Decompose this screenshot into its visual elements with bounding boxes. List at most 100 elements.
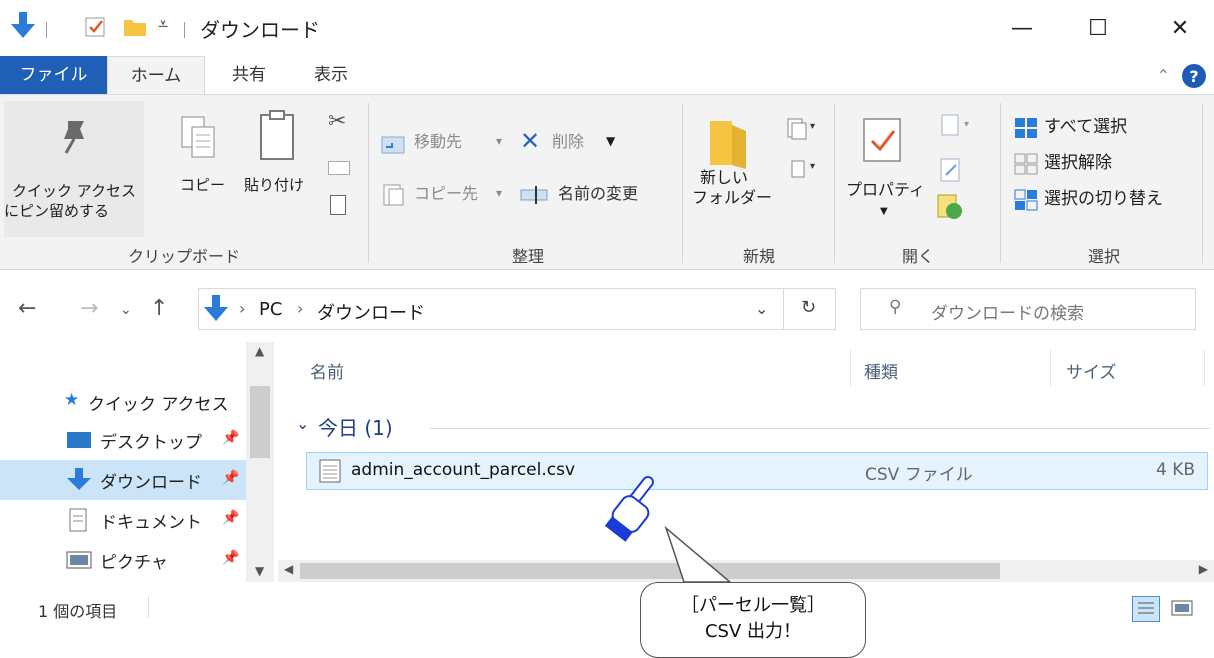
properties-icon <box>863 118 901 162</box>
group-label-open: 開く <box>901 247 934 266</box>
invert-selection-icon <box>1014 189 1038 211</box>
callout-line-2: CSV 出力！ <box>704 621 802 642</box>
new-folder-button[interactable]: 新しい フォルダー <box>692 109 772 227</box>
pin-to-quick-access-button[interactable]: クイック アクセス にピン留めする <box>4 101 144 237</box>
svg-text:▾: ▾ <box>810 121 815 132</box>
details-view-icon[interactable] <box>1132 596 1160 622</box>
cut-icon[interactable]: ✂ <box>328 109 346 134</box>
scroll-left-icon[interactable]: ◀ <box>284 562 293 576</box>
star-icon: ★ <box>64 390 80 410</box>
easy-access-icon[interactable]: ▾ <box>786 157 820 181</box>
group-label-organize: 整理 <box>511 247 544 266</box>
item-count: 1 個の項目 <box>38 602 118 621</box>
refresh-icon[interactable]: ↻ <box>801 297 816 318</box>
csv-file-icon <box>319 459 341 483</box>
search-box[interactable]: ⚲ ダウンロードの検索 <box>860 288 1196 330</box>
download-arrow-icon <box>11 12 35 38</box>
svg-text:▾: ▾ <box>810 161 815 172</box>
customize-quick-access-icon[interactable]: ⩡ <box>158 14 168 35</box>
pointing-hand-icon <box>604 475 733 583</box>
nav-scrollbar[interactable]: ▲ ▼ <box>246 342 274 582</box>
history-icon[interactable] <box>936 193 964 221</box>
nav-quick-access[interactable]: ★ クイック アクセス <box>0 382 246 422</box>
download-arrow-icon <box>67 468 91 490</box>
svg-text:▾: ▾ <box>964 119 969 130</box>
new-folder-icon <box>710 121 746 169</box>
collapse-ribbon-icon[interactable]: ⌃ <box>1157 66 1170 85</box>
pictures-icon <box>66 551 92 569</box>
column-header-size[interactable]: サイズ <box>1066 358 1117 383</box>
nav-item-desktop[interactable]: デスクトップ 📌 <box>0 420 246 460</box>
scroll-down-icon[interactable]: ▼ <box>255 564 264 578</box>
group-label-new: 新規 <box>742 247 775 266</box>
tab-share[interactable]: 共有 <box>218 56 280 94</box>
back-arrow-icon[interactable]: ← <box>18 296 36 321</box>
pin-icon: 📌 <box>222 430 240 446</box>
tab-home[interactable]: ホーム <box>107 56 205 94</box>
paste-clipboard-icon <box>260 110 294 160</box>
properties-button[interactable]: プロパティ ▼ <box>842 109 928 227</box>
nav-item-documents[interactable]: ドキュメント 📌 <box>0 500 246 540</box>
title-bar: ⩡ ダウンロード — ☐ ✕ <box>0 0 1214 56</box>
tab-file[interactable]: ファイル <box>0 56 107 94</box>
column-header-name[interactable]: 名前 <box>310 358 344 383</box>
search-icon: ⚲ <box>889 297 902 317</box>
large-icons-view-icon[interactable] <box>1170 598 1196 620</box>
document-icon <box>69 508 87 532</box>
address-dropdown-icon[interactable]: ⌄ <box>755 299 768 318</box>
file-type: CSV ファイル <box>865 465 973 485</box>
ribbon: クイック アクセス にピン留めする コピー 貼り付け ✂ クリップボード 移動先… <box>0 94 1214 270</box>
file-name: admin_account_parcel.csv <box>351 460 576 480</box>
copy-icon <box>181 116 215 158</box>
forward-arrow-icon[interactable]: → <box>80 296 98 321</box>
properties-checkbox-icon[interactable] <box>84 14 108 38</box>
ribbon-tabs: ファイル ホーム 共有 表示 ⌃ ? <box>0 56 1214 94</box>
search-placeholder: ダウンロードの検索 <box>931 304 1084 324</box>
pin-icon <box>64 121 84 154</box>
scroll-up-icon[interactable]: ▲ <box>255 344 264 358</box>
new-folder-quick-icon[interactable] <box>122 14 148 38</box>
help-icon[interactable]: ? <box>1182 64 1206 88</box>
edit-icon[interactable] <box>938 157 964 183</box>
address-bar[interactable]: › PC › ダウンロード ⌄ ↻ <box>198 288 836 330</box>
rename-icon <box>520 186 548 204</box>
window-title: ダウンロード <box>200 18 320 42</box>
nav-scroll-thumb[interactable] <box>250 386 270 458</box>
recent-locations-icon[interactable]: ⌄ <box>120 302 132 318</box>
new-item-icon[interactable]: ▾ <box>786 117 820 141</box>
callout-annotation: ［パーセル一覧］ CSV 出力！ <box>640 582 866 658</box>
nav-item-pictures[interactable]: ピクチャ 📌 <box>0 540 246 580</box>
open-icon[interactable]: ▾ <box>938 113 982 137</box>
paste-button[interactable]: 貼り付け <box>244 109 318 219</box>
download-arrow-icon <box>204 295 228 321</box>
pin-icon: 📌 <box>222 510 240 526</box>
paste-shortcut-icon[interactable] <box>330 195 346 215</box>
pin-icon: 📌 <box>222 550 240 566</box>
chevron-down-icon[interactable]: ⌄ <box>296 414 309 433</box>
up-arrow-icon[interactable]: ↑ <box>150 296 168 321</box>
move-to-icon <box>381 136 405 154</box>
close-button[interactable]: ✕ <box>1150 6 1210 50</box>
copy-to-icon <box>383 184 404 206</box>
callout-line-1: ［パーセル一覧］ <box>681 595 825 616</box>
select-all-icon <box>1015 118 1037 138</box>
select-none-icon <box>1014 153 1038 175</box>
tab-view[interactable]: 表示 <box>300 56 362 94</box>
breadcrumb-downloads[interactable]: ダウンロード <box>317 299 425 325</box>
group-label-select: 選択 <box>1087 247 1120 266</box>
desktop-icon <box>67 432 91 448</box>
address-row: ← → ⌄ ↑ › PC › ダウンロード ⌄ ↻ ⚲ ダウンロードの検索 <box>0 270 1214 342</box>
group-header-today[interactable]: 今日 (1) <box>318 412 393 441</box>
minimize-button[interactable]: — <box>992 6 1052 50</box>
delete-x-icon: ✕ <box>520 127 541 155</box>
maximize-button[interactable]: ☐ <box>1068 6 1128 50</box>
navigation-pane: ★ クイック アクセス デスクトップ 📌 ダウンロード 📌 ドキュメント 📌 ピ… <box>0 342 278 582</box>
column-header-type[interactable]: 種類 <box>864 358 898 383</box>
pin-icon: 📌 <box>222 470 240 486</box>
copy-button[interactable]: コピー <box>172 109 225 219</box>
file-size: 4 KB <box>1155 460 1195 480</box>
breadcrumb-pc[interactable]: PC <box>259 299 282 320</box>
copy-path-icon[interactable] <box>328 161 350 175</box>
nav-item-downloads[interactable]: ダウンロード 📌 <box>0 460 246 500</box>
scroll-right-icon[interactable]: ▶ <box>1199 562 1208 576</box>
